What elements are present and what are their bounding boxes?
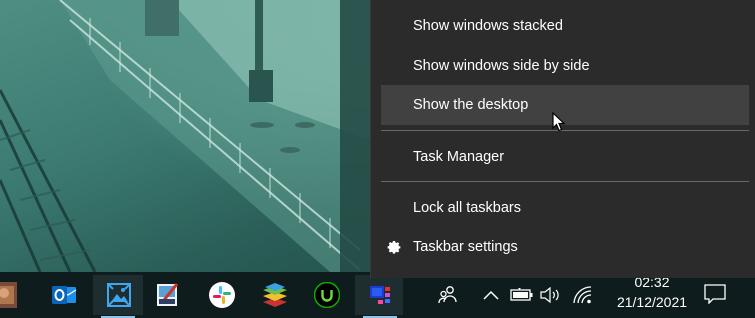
menu-item-label: Show windows side by side — [413, 58, 590, 74]
taskbar-app-icon-active — [370, 286, 390, 304]
gear-icon — [387, 241, 401, 254]
photos-icon — [107, 283, 131, 307]
taskbar-app-outlook[interactable] — [38, 275, 88, 315]
mouse-cursor-icon — [552, 112, 566, 132]
taskbar-clock[interactable]: 02:32 21/12/2021 — [612, 272, 692, 318]
paint-icon — [157, 283, 179, 306]
app-icon-photo — [0, 282, 17, 308]
taskbar-app-upwork[interactable] — [301, 275, 351, 315]
menu-item-label: Lock all taskbars — [413, 200, 521, 216]
battery-icon — [510, 288, 533, 301]
speaker-icon — [540, 287, 559, 303]
action-center-icon — [704, 284, 726, 304]
outlook-icon — [52, 286, 77, 304]
action-center-button[interactable] — [700, 272, 730, 318]
taskbar-app-photos[interactable] — [93, 275, 143, 318]
slack-icon — [209, 282, 235, 308]
taskbar-app-photo[interactable] — [0, 275, 28, 315]
taskbar-app-paint[interactable] — [142, 275, 192, 315]
people-button[interactable] — [432, 272, 464, 318]
menu-item-label: Show the desktop — [413, 97, 529, 113]
taskbar-app-active[interactable] — [355, 275, 403, 318]
show-hidden-icons-button[interactable] — [480, 272, 502, 318]
taskbar: 02:32 21/12/2021 — [0, 272, 755, 318]
menu-item-label: Show windows stacked — [413, 18, 563, 34]
network-button[interactable] — [570, 272, 596, 318]
menu-item-taskbar-settings[interactable]: Taskbar settings — [381, 227, 749, 267]
menu-item-label: Taskbar settings — [413, 239, 518, 255]
taskbar-context-menu: Show windows stacked Show windows side b… — [370, 0, 755, 278]
clock-date: 21/12/2021 — [616, 294, 688, 310]
menu-item-label: Task Manager — [413, 149, 505, 165]
battery-button[interactable] — [508, 272, 536, 318]
taskbar-app-slack[interactable] — [196, 275, 246, 315]
taskbar-app-bluestacks[interactable] — [249, 275, 299, 315]
upwork-icon — [314, 282, 340, 308]
menu-item-task-manager[interactable]: Task Manager — [381, 137, 749, 177]
menu-item-show-windows-side-by-side[interactable]: Show windows side by side — [381, 46, 749, 86]
volume-button[interactable] — [538, 272, 564, 318]
chevron-up-icon — [483, 290, 499, 300]
people-icon — [438, 286, 457, 304]
wifi-icon — [573, 286, 592, 304]
bluestacks-icon — [263, 283, 287, 307]
menu-separator — [381, 181, 749, 182]
menu-item-show-windows-stacked[interactable]: Show windows stacked — [381, 6, 749, 46]
menu-item-lock-all-taskbars[interactable]: Lock all taskbars — [381, 188, 749, 228]
